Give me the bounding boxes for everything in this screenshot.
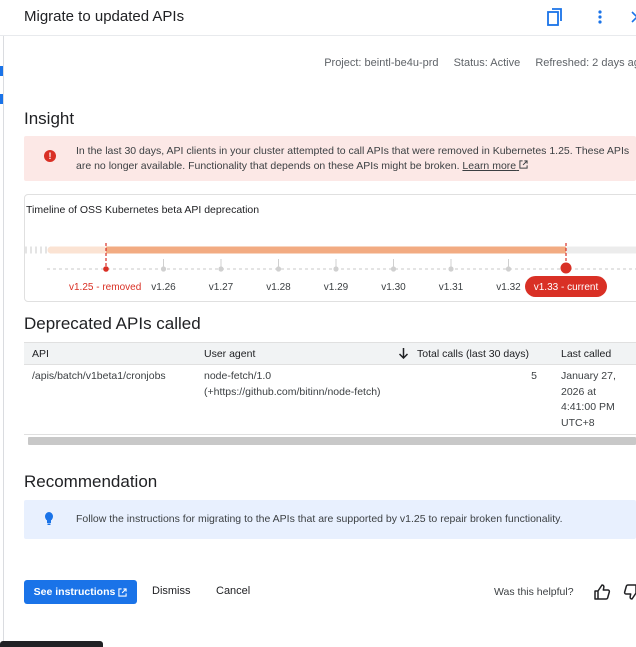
left-panel-edge	[0, 0, 4, 647]
edge-marker	[0, 94, 3, 104]
cell-api: /apis/batch/v1beta1/cronjobs	[32, 370, 166, 382]
insight-error-banner: ! In the last 30 days, API clients in yo…	[24, 136, 636, 181]
recommendation-message: Follow the instructions for migrating to…	[76, 513, 563, 525]
recommendation-meta: Project: beintl-be4u-prd Status: Active …	[312, 57, 636, 69]
cancel-button[interactable]: Cancel	[216, 585, 250, 597]
version-label: v1.27	[209, 282, 234, 293]
thumb-up-icon[interactable]	[593, 583, 611, 601]
insight-message-container: In the last 30 days, API clients in your…	[76, 144, 632, 174]
close-icon[interactable]	[626, 6, 636, 28]
copy-icon[interactable]	[544, 6, 566, 28]
thumb-down-icon[interactable]	[623, 583, 636, 601]
see-instructions-label: See instructions	[33, 586, 116, 598]
insight-message: In the last 30 days, API clients in your…	[76, 145, 630, 172]
timeline-point	[448, 266, 454, 272]
status-label: Status: Active	[453, 57, 521, 69]
project-label: Project: beintl-be4u-prd	[324, 57, 439, 69]
timeline-point	[333, 266, 339, 272]
column-header-api[interactable]: API	[32, 348, 49, 360]
learn-more-link[interactable]: Learn more	[462, 160, 528, 172]
recommendation-banner: Follow the instructions for migrating to…	[24, 500, 636, 539]
timeline-point	[160, 266, 167, 272]
insight-heading: Insight	[24, 109, 75, 128]
deprecation-timeline: Timeline of OSS Kubernetes beta API depr…	[24, 194, 636, 302]
panel-header: Migrate to updated APIs	[0, 0, 636, 36]
cell-total-calls: 5	[531, 370, 537, 382]
column-header-total-calls[interactable]: Total calls (last 30 days)	[417, 348, 529, 360]
external-link-icon	[519, 160, 528, 169]
panel-title: Migrate to updated APIs	[24, 8, 185, 25]
lightbulb-icon	[44, 511, 54, 527]
timeline-point	[218, 266, 224, 272]
column-header-last-called[interactable]: Last called	[561, 348, 611, 360]
version-label: v1.30	[381, 282, 406, 293]
timeline-point	[103, 266, 109, 272]
horizontal-scrollbar[interactable]	[28, 437, 636, 445]
version-label: v1.29	[324, 282, 349, 293]
external-link-icon	[118, 587, 127, 597]
timeline-point	[275, 266, 282, 272]
timeline-chart: v1.25 - removed v1.26 v1.27 v1.28 v1.29 v1.30…	[25, 243, 636, 297]
version-label: v1.26	[151, 282, 176, 293]
bottom-bar	[0, 641, 103, 647]
helpful-label: Was this helpful?	[494, 586, 574, 598]
version-label: v1.25 - removed	[69, 282, 141, 293]
cell-user-agent: node-fetch/1.0 (+https://github.com/biti…	[204, 370, 381, 398]
more-vert-icon[interactable]	[589, 6, 611, 28]
version-label: v1.31	[439, 282, 464, 293]
timeline-point	[390, 266, 397, 272]
deprecated-apis-heading: Deprecated APIs called	[24, 314, 201, 333]
recommendation-heading: Recommendation	[24, 472, 158, 491]
arrow-down-icon[interactable]	[398, 347, 409, 362]
timeline-point	[505, 266, 512, 272]
version-label: v1.33 - current	[534, 282, 599, 293]
table-header: API User agent Total calls (last 30 days…	[24, 342, 636, 365]
error-icon: !	[44, 150, 56, 162]
see-instructions-button[interactable]: See instructions	[24, 580, 137, 604]
cell-last-called: January 27, 2026 at 4:41:00 PM UTC+8	[561, 370, 616, 429]
version-label: v1.28	[266, 282, 291, 293]
column-header-user-agent[interactable]: User agent	[204, 348, 255, 360]
refreshed-label: Refreshed: 2 days ago	[535, 57, 636, 69]
current-version-dot	[560, 262, 572, 274]
edge-marker	[0, 66, 3, 76]
dismiss-button[interactable]: Dismiss	[152, 585, 191, 597]
version-label: v1.32	[496, 282, 521, 293]
table-row: /apis/batch/v1beta1/cronjobs node-fetch/…	[24, 365, 636, 435]
